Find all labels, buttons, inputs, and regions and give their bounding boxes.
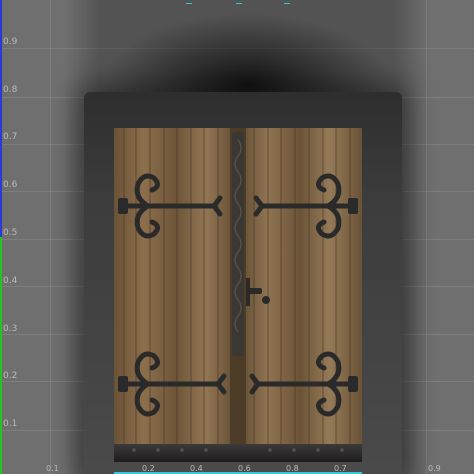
axis-lower-marker xyxy=(0,237,2,474)
x-tick-label: 0.8 xyxy=(286,464,299,473)
y-tick-label: 0.6 xyxy=(3,180,18,190)
y-tick-label: 0.1 xyxy=(3,419,18,429)
top-marker xyxy=(284,3,290,4)
x-tick-label: 0.2 xyxy=(142,464,155,473)
x-tick-label: 0.6 xyxy=(238,464,251,473)
door-image xyxy=(114,128,362,462)
x-tick-label: 0.9 xyxy=(428,464,441,473)
y-tick-label: 0.9 xyxy=(3,37,18,47)
y-tick-label: 0.5 xyxy=(3,228,18,238)
x-tick-label: 0.7 xyxy=(334,464,347,473)
y-tick-label: 0.4 xyxy=(3,276,18,286)
x-tick-label: 0.1 xyxy=(46,464,59,473)
y-tick-label: 0.2 xyxy=(3,371,18,381)
top-marker xyxy=(186,3,192,4)
y-tick-label: 0.3 xyxy=(3,324,18,334)
y-tick-label: 0.8 xyxy=(3,85,18,95)
top-marker xyxy=(236,3,242,4)
grid-line xyxy=(50,0,51,474)
axis-upper-marker xyxy=(0,0,2,237)
y-tick-label: 0.7 xyxy=(3,132,18,142)
x-tick-label: 0.4 xyxy=(190,464,203,473)
image-viewport[interactable]: 0.9 0.8 0.7 0.6 0.5 0.4 0.3 0.2 0.1 0.1 … xyxy=(0,0,474,474)
